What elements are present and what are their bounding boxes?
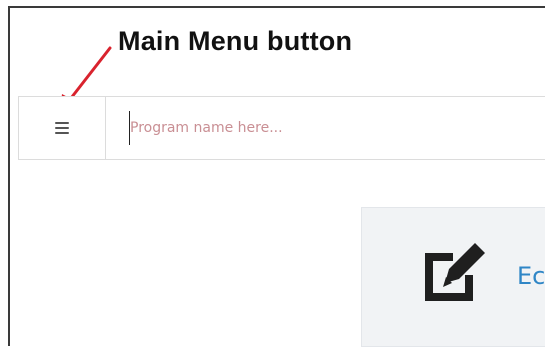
- program-name-input[interactable]: [129, 111, 530, 145]
- annotation-label: Main Menu button: [118, 26, 353, 56]
- top-toolbar: [18, 96, 545, 160]
- card-label: Ec: [517, 262, 545, 290]
- edit-card[interactable]: Ec: [361, 207, 545, 347]
- edit-icon: [425, 243, 485, 301]
- hamburger-menu-icon: [55, 122, 69, 134]
- main-menu-button[interactable]: [19, 97, 106, 159]
